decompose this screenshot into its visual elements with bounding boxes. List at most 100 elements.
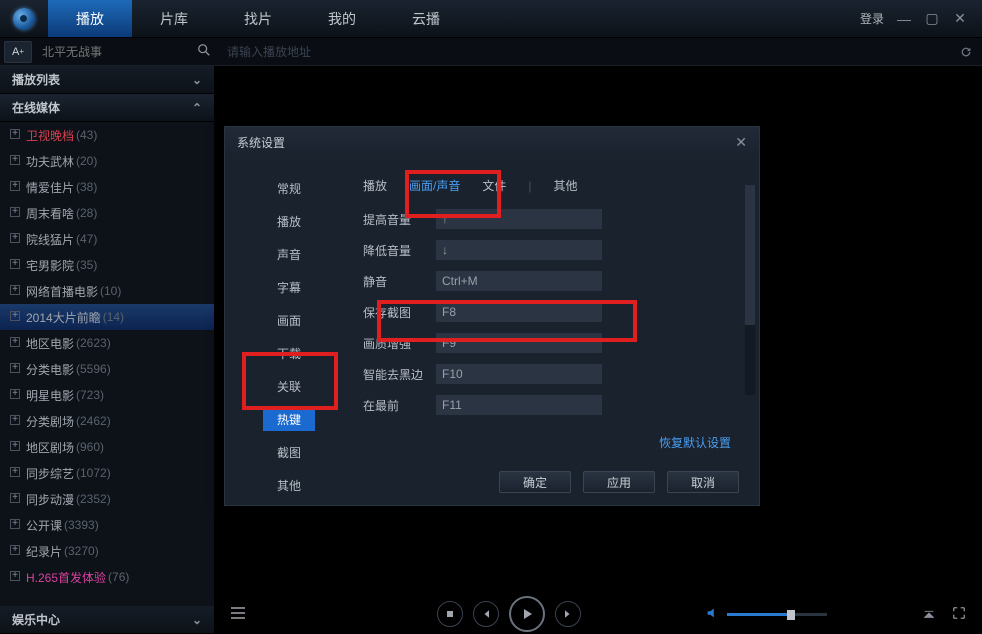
hotkey-input[interactable]: F11 [435, 394, 603, 416]
dlg-left-item[interactable]: 关联 [263, 375, 315, 398]
sidebar-item-count: (28) [76, 206, 97, 220]
sidebar-item[interactable]: +纪录片(3270) [0, 538, 214, 564]
online-media-header[interactable]: 在线媒体 ⌃ [0, 94, 214, 122]
sidebar-item-label: 分类电影 [26, 361, 74, 378]
volume-area [705, 606, 827, 623]
dlg-left-item[interactable]: 播放 [263, 210, 315, 233]
expand-icon: + [10, 363, 20, 373]
volume-icon[interactable] [705, 606, 719, 623]
close-button[interactable]: ✕ [952, 11, 968, 27]
playlist-header[interactable]: 播放列表 ⌄ [0, 66, 214, 94]
expand-icon: + [10, 389, 20, 399]
entertainment-header[interactable]: 娱乐中心 ⌄ [0, 606, 214, 634]
sidebar-item-count: (47) [76, 232, 97, 246]
font-size-button[interactable]: A+ [4, 41, 32, 63]
dlg-left-item[interactable]: 截图 [263, 441, 315, 464]
fullscreen-icon[interactable] [952, 606, 966, 623]
sidebar-item[interactable]: +同步动漫(2352) [0, 486, 214, 512]
sidebar-item[interactable]: +分类电影(5596) [0, 356, 214, 382]
sidebar-item[interactable]: +网络首播电影(10) [0, 278, 214, 304]
sidebar-item-count: (2462) [76, 414, 111, 428]
expand-icon: + [10, 259, 20, 269]
dlg-left-item[interactable]: 其他 [263, 474, 315, 497]
sidebar-item[interactable]: +卫视晚档(43) [0, 122, 214, 148]
sidebar-item[interactable]: +地区剧场(960) [0, 434, 214, 460]
sidebar-item[interactable]: +2014大片前瞻(14) [0, 304, 214, 330]
dialog-scrollbar[interactable] [745, 185, 755, 395]
apply-button[interactable]: 应用 [583, 471, 655, 493]
sidebar-item[interactable]: +功夫武林(20) [0, 148, 214, 174]
sidebar-item-count: (3393) [64, 518, 99, 532]
hotkey-input[interactable]: ↓ [435, 239, 603, 261]
sidebar-item[interactable]: +周末看啥(28) [0, 200, 214, 226]
hotkey-input[interactable]: ↑ [435, 208, 603, 230]
hotkey-row: 智能去黑边F10 [345, 363, 731, 385]
search-input[interactable] [42, 45, 197, 59]
sidebar-item[interactable]: +明星电影(723) [0, 382, 214, 408]
nav-mine[interactable]: 我的 [300, 0, 384, 37]
login-link[interactable]: 登录 [860, 10, 884, 27]
dialog-left-nav: 常规播放声音字幕画面下载关联热键截图其他 [225, 177, 345, 459]
settings-dialog: 系统设置 ✕ 常规播放声音字幕画面下载关联热键截图其他 播放 画面/声音 文件 … [224, 126, 760, 506]
sidebar-item[interactable]: +院线猛片(47) [0, 226, 214, 252]
entertainment-label: 娱乐中心 [12, 611, 60, 628]
search-icon[interactable] [197, 43, 211, 60]
dlg-tab-other[interactable]: 其他 [554, 177, 578, 194]
expand-icon: + [10, 519, 20, 529]
nav-cloud[interactable]: 云播 [384, 0, 468, 37]
expand-icon: + [10, 285, 20, 295]
dialog-close-icon[interactable]: ✕ [735, 134, 747, 151]
minimize-button[interactable]: — [896, 11, 912, 27]
hotkey-row: 静音Ctrl+M [345, 270, 731, 292]
sidebar-item[interactable]: +H.265首发体验(76) [0, 564, 214, 590]
logo-icon [13, 8, 35, 30]
hotkey-label: 静音 [363, 273, 435, 290]
dlg-tab-file[interactable]: 文件 [482, 177, 506, 194]
sidebar-item-label: 同步综艺 [26, 465, 74, 482]
sidebar-item[interactable]: +公开课(3393) [0, 512, 214, 538]
play-button[interactable] [509, 596, 545, 632]
dlg-left-item[interactable]: 声音 [263, 243, 315, 266]
popout-icon[interactable] [922, 606, 936, 623]
stop-button[interactable] [437, 601, 463, 627]
sidebar-item[interactable]: +分类剧场(2462) [0, 408, 214, 434]
ok-button[interactable]: 确定 [499, 471, 571, 493]
hotkey-input[interactable]: Ctrl+M [435, 270, 603, 292]
expand-icon: + [10, 181, 20, 191]
volume-slider[interactable] [727, 613, 827, 616]
playlist-toggle-icon[interactable] [231, 605, 251, 624]
expand-icon: + [10, 207, 20, 217]
nav-find[interactable]: 找片 [216, 0, 300, 37]
sidebar-item-count: (76) [108, 570, 129, 584]
dlg-tab-picture-sound[interactable]: 画面/声音 [409, 177, 460, 194]
dlg-tab-playback[interactable]: 播放 [363, 177, 387, 194]
hotkey-input[interactable]: F10 [435, 363, 603, 385]
expand-icon: + [10, 545, 20, 555]
next-button[interactable] [555, 601, 581, 627]
hotkey-input[interactable]: F9 [435, 332, 603, 354]
dlg-left-item[interactable]: 常规 [263, 177, 315, 200]
refresh-button[interactable] [950, 45, 982, 59]
restore-defaults-link[interactable]: 恢复默认设置 [659, 434, 731, 451]
nav-library[interactable]: 片库 [132, 0, 216, 37]
cancel-button[interactable]: 取消 [667, 471, 739, 493]
hotkey-row: 画质增强F9 [345, 332, 731, 354]
sidebar-item[interactable]: +同步综艺(1072) [0, 460, 214, 486]
dlg-left-item[interactable]: 画面 [263, 309, 315, 332]
sidebar-item-count: (2623) [76, 336, 111, 350]
dlg-left-item[interactable]: 热键 [263, 408, 315, 431]
prev-button[interactable] [473, 601, 499, 627]
hotkey-input[interactable]: F8 [435, 301, 603, 323]
address-box[interactable]: 请输入播放地址 [217, 43, 950, 60]
sidebar-item[interactable]: +地区电影(2623) [0, 330, 214, 356]
dlg-left-item[interactable]: 字幕 [263, 276, 315, 299]
dialog-right-panel: 播放 画面/声音 文件 | 其他 提高音量↑降低音量↓静音Ctrl+M保存截图F… [345, 177, 759, 459]
maximize-button[interactable]: ▢ [924, 11, 940, 27]
search-box [36, 42, 217, 62]
nav-play[interactable]: 播放 [48, 0, 132, 37]
app-logo[interactable] [0, 8, 48, 30]
sidebar-item[interactable]: +情爱佳片(38) [0, 174, 214, 200]
sidebar-item[interactable]: +宅男影院(35) [0, 252, 214, 278]
dlg-left-item[interactable]: 下载 [263, 342, 315, 365]
expand-icon: + [10, 311, 20, 321]
